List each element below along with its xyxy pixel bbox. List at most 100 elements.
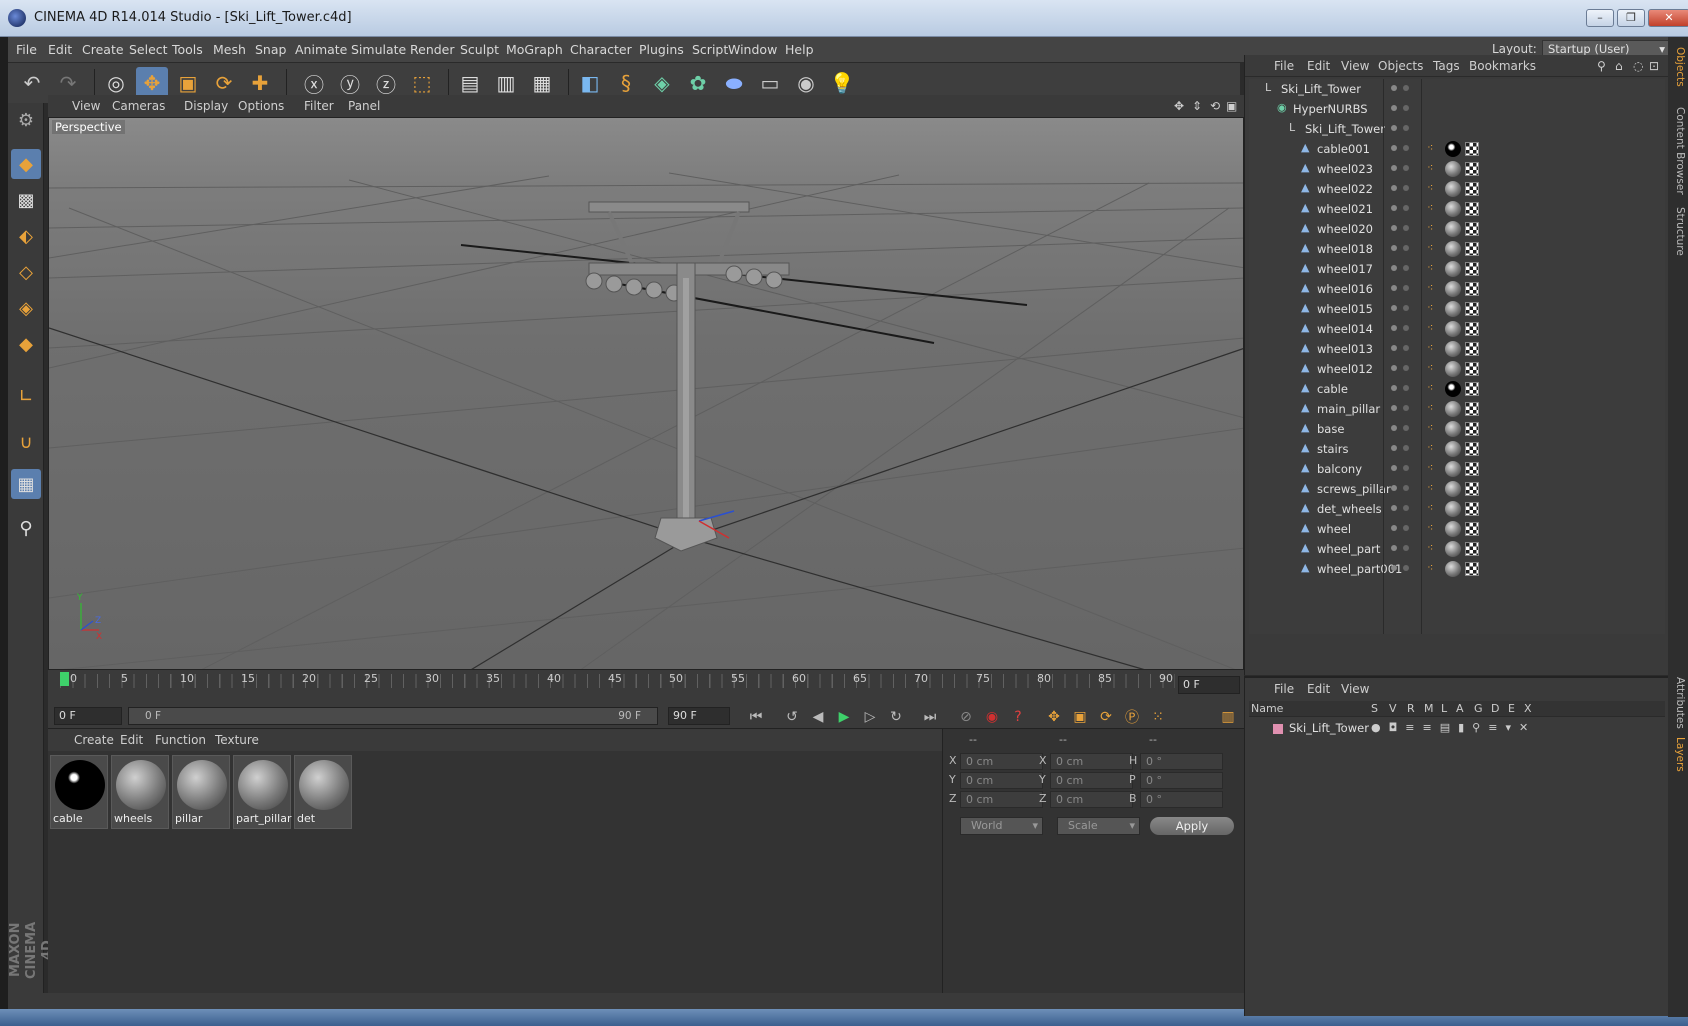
render-visibility-dot[interactable] — [1403, 305, 1409, 311]
material-swatch[interactable]: part_pillar — [233, 755, 291, 829]
texture-tag-icon[interactable] — [1445, 181, 1461, 197]
object-tree-row[interactable]: ▲ screws_pillar ⁖ — [1249, 479, 1665, 499]
tweak-mode-icon[interactable]: ∪ — [11, 427, 41, 457]
points-mode-icon[interactable]: ◇ — [11, 257, 41, 287]
render-visibility-dot[interactable] — [1403, 385, 1409, 391]
texture-tag-icon[interactable] — [1445, 561, 1461, 577]
texture-tag-icon[interactable] — [1445, 521, 1461, 537]
uvw-tag-icon[interactable] — [1465, 142, 1479, 156]
object-tree-row[interactable]: ▲ stairs ⁖ — [1249, 439, 1665, 459]
texture-tag-icon[interactable] — [1445, 321, 1461, 337]
key-scale-icon[interactable]: ▣ — [1068, 705, 1092, 729]
phong-tag-icon[interactable]: ⁖ — [1427, 302, 1439, 314]
menu-simulate[interactable]: Simulate — [351, 42, 406, 57]
render-visibility-dot[interactable] — [1403, 365, 1409, 371]
enable-axis-icon[interactable]: ∟ — [11, 381, 41, 411]
texture-mode-icon[interactable]: ▩ — [11, 185, 41, 215]
editor-visibility-dot[interactable] — [1391, 405, 1397, 411]
render-visibility-dot[interactable] — [1403, 405, 1409, 411]
render-visibility-dot[interactable] — [1403, 205, 1409, 211]
uvw-tag-icon[interactable] — [1465, 522, 1479, 536]
uvw-tag-icon[interactable] — [1465, 382, 1479, 396]
menu-create[interactable]: Create — [82, 42, 124, 57]
perspective-viewport[interactable]: Perspective Y Z X — [48, 117, 1244, 670]
object-tree-row[interactable]: ▲ main_pillar ⁖ — [1249, 399, 1665, 419]
layer-toggle-icons[interactable]: ●◘≡≡▤▮⚲≡▾✕ — [1371, 721, 1536, 734]
material-menu-create[interactable]: Create — [74, 733, 114, 747]
render-visibility-dot[interactable] — [1403, 325, 1409, 331]
pos-z-field[interactable]: 0 cm — [960, 791, 1043, 808]
render-visibility-dot[interactable] — [1403, 505, 1409, 511]
object-tree-row[interactable]: ▲ wheel012 ⁖ — [1249, 359, 1665, 379]
menu-mograph[interactable]: MoGraph — [506, 42, 563, 57]
object-menu-edit[interactable]: Edit — [1307, 59, 1330, 73]
editor-visibility-dot[interactable] — [1391, 285, 1397, 291]
render-visibility-dot[interactable] — [1403, 545, 1409, 551]
render-visibility-dot[interactable] — [1403, 565, 1409, 571]
tab-attributes[interactable]: Attributes — [1670, 677, 1686, 729]
object-tree-row[interactable]: ▲ wheel016 ⁖ — [1249, 279, 1665, 299]
apply-button[interactable]: Apply — [1150, 817, 1234, 835]
material-menu-edit[interactable]: Edit — [120, 733, 143, 747]
viewport-menu-panel[interactable]: Panel — [348, 99, 380, 113]
texture-tag-icon[interactable] — [1445, 501, 1461, 517]
object-tree-row[interactable]: ▲ wheel_part001 ⁖ — [1249, 559, 1665, 579]
render-visibility-dot[interactable] — [1403, 265, 1409, 271]
uvw-tag-icon[interactable] — [1465, 202, 1479, 216]
uvw-tag-icon[interactable] — [1465, 362, 1479, 376]
object-tree-row[interactable]: ▲ wheel013 ⁖ — [1249, 339, 1665, 359]
material-menu-texture[interactable]: Texture — [215, 733, 259, 747]
texture-tag-icon[interactable] — [1445, 401, 1461, 417]
menu-edit[interactable]: Edit — [48, 42, 72, 57]
viewport-rotate-icon[interactable]: ⟲ — [1210, 99, 1220, 113]
object-tree-row[interactable]: ▲ wheel021 ⁖ — [1249, 199, 1665, 219]
object-tree-row[interactable]: ▲ wheel022 ⁖ — [1249, 179, 1665, 199]
render-visibility-dot[interactable] — [1403, 285, 1409, 291]
object-tree-row[interactable]: ▲ cable ⁖ — [1249, 379, 1665, 399]
phong-tag-icon[interactable]: ⁖ — [1427, 162, 1439, 174]
render-visibility-dot[interactable] — [1403, 125, 1409, 131]
tab-content-browser[interactable]: Content Browser — [1670, 107, 1686, 195]
uvw-tag-icon[interactable] — [1465, 222, 1479, 236]
phong-tag-icon[interactable]: ⁖ — [1427, 462, 1439, 474]
uvw-tag-icon[interactable] — [1465, 422, 1479, 436]
phong-tag-icon[interactable]: ⁖ — [1427, 402, 1439, 414]
texture-tag-icon[interactable] — [1445, 541, 1461, 557]
size-y-field[interactable]: 0 cm — [1050, 772, 1133, 789]
undo-icon[interactable]: ↶ — [16, 67, 48, 99]
editor-visibility-dot[interactable] — [1391, 265, 1397, 271]
key-position-icon[interactable]: ✥ — [1042, 705, 1066, 729]
render-visibility-dot[interactable] — [1403, 85, 1409, 91]
texture-tag-icon[interactable] — [1445, 261, 1461, 277]
tab-structure[interactable]: Structure — [1670, 207, 1686, 256]
search-icon[interactable]: ⚲ — [1597, 59, 1606, 73]
editor-visibility-dot[interactable] — [1391, 85, 1397, 91]
editor-visibility-dot[interactable] — [1391, 225, 1397, 231]
texture-tag-icon[interactable] — [1445, 221, 1461, 237]
next-key-icon[interactable]: ↻ — [884, 705, 908, 729]
object-tree-row[interactable]: ▲ wheel020 ⁖ — [1249, 219, 1665, 239]
collapse-icon[interactable]: ◌ — [1633, 59, 1643, 73]
viewport-zoom-icon[interactable]: ⇕ — [1192, 99, 1202, 113]
pos-x-field[interactable]: 0 cm — [960, 753, 1043, 770]
texture-tag-icon[interactable] — [1445, 281, 1461, 297]
phong-tag-icon[interactable]: ⁖ — [1427, 482, 1439, 494]
restore-button[interactable]: ❐ — [1617, 9, 1645, 27]
autokeying-icon[interactable]: ◉ — [980, 705, 1004, 729]
uvw-tag-icon[interactable] — [1465, 282, 1479, 296]
next-frame-icon[interactable]: ▷ — [858, 705, 882, 729]
object-tree-row[interactable]: ▲ wheel018 ⁖ — [1249, 239, 1665, 259]
object-tree-row[interactable]: ▲ wheel017 ⁖ — [1249, 259, 1665, 279]
editor-visibility-dot[interactable] — [1391, 245, 1397, 251]
editor-visibility-dot[interactable] — [1391, 205, 1397, 211]
editor-visibility-dot[interactable] — [1391, 305, 1397, 311]
snap-grid-icon[interactable]: ▦ — [11, 469, 41, 499]
render-visibility-dot[interactable] — [1403, 465, 1409, 471]
home-icon[interactable]: ⌂ — [1615, 59, 1623, 73]
uvw-tag-icon[interactable] — [1465, 322, 1479, 336]
menu-animate[interactable]: Animate — [295, 42, 347, 57]
menu-file[interactable]: File — [16, 42, 37, 57]
phong-tag-icon[interactable]: ⁖ — [1427, 382, 1439, 394]
viewport-menu-options[interactable]: Options — [238, 99, 284, 113]
previous-frame-icon[interactable]: ◀ — [806, 705, 830, 729]
